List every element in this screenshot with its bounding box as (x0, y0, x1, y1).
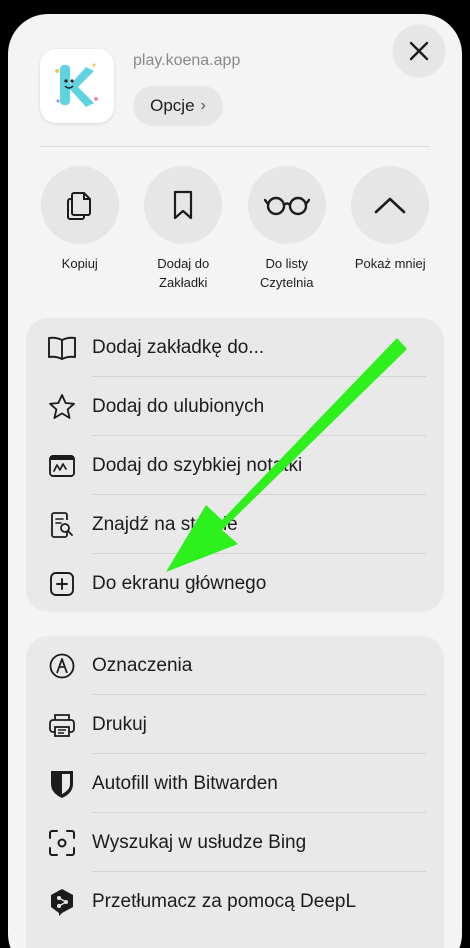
menu-item-deepl-translate[interactable]: Przetłumacz za pomocą DeepL (26, 872, 444, 931)
quick-actions-row: Kopiuj Dodaj do Zakładki Do listy Czytel… (28, 166, 442, 292)
menu-item-print[interactable]: Drukuj (26, 695, 444, 754)
koena-logo-icon (55, 63, 98, 107)
menu-item-label: Dodaj do ulubionych (92, 395, 265, 417)
copy-action[interactable]: Kopiuj (28, 166, 132, 292)
menu-item-add-to-home-screen[interactable]: Do ekranu głównego (26, 554, 444, 613)
add-square-icon (46, 568, 78, 600)
menu-item-markup[interactable]: Oznaczenia (26, 636, 444, 695)
menu-item-add-to-quick-note[interactable]: Dodaj do szybkiej notatki (26, 436, 444, 495)
chevron-right-icon: › (200, 97, 206, 114)
menu-item-label: Znajdź na stronie (92, 513, 238, 535)
menu-item-add-bookmark-to[interactable]: Dodaj zakładkę do... (26, 318, 444, 377)
menu-item-label: Wyszukaj w usłudze Bing (92, 831, 307, 853)
reading-list-action-label: Do listy Czytelnia (260, 256, 314, 290)
menu-item-label: Drukuj (92, 713, 147, 735)
reading-list-action-button[interactable] (247, 166, 326, 244)
deepl-icon (46, 886, 78, 918)
bookmark-icon (174, 190, 193, 220)
quick-note-icon (46, 450, 78, 482)
share-sheet: play.koena.app Opcje › Kopiuj Dodaj do Z… (8, 14, 462, 948)
close-button[interactable] (393, 25, 445, 77)
close-icon (409, 41, 429, 61)
header-divider (40, 146, 430, 147)
menu-item-label: Do ekranu głównego (92, 572, 267, 594)
visual-search-icon (46, 827, 78, 859)
reading-list-action[interactable]: Do listy Czytelnia (235, 166, 339, 292)
copy-action-button[interactable] (40, 166, 119, 244)
reading-glasses-icon (263, 196, 310, 216)
menu-item-add-to-favorites[interactable]: Dodaj do ulubionych (26, 377, 444, 436)
menu-item-label: Autofill with Bitwarden (92, 772, 278, 794)
menu-group-bookmarks: Dodaj zakładkę do... Dodaj do ulubionych… (26, 318, 444, 612)
printer-icon (46, 709, 78, 741)
add-bookmark-action[interactable]: Dodaj do Zakładki (132, 166, 236, 292)
copy-action-label: Kopiuj (61, 256, 98, 271)
copy-icon (66, 192, 91, 220)
find-on-page-icon (46, 509, 78, 541)
options-label: Opcje (150, 96, 195, 115)
site-app-icon (40, 49, 114, 123)
markup-icon (46, 650, 78, 682)
show-less-action-label: Pokaż mniej (354, 256, 426, 271)
add-bookmark-action-label: Dodaj do Zakładki (157, 256, 210, 290)
book-icon (46, 332, 78, 364)
options-button[interactable]: Opcje › (133, 86, 223, 126)
menu-group-tools: Oznaczenia Drukuj Autofill with Bitwarde… (26, 636, 444, 948)
show-less-action[interactable]: Pokaż mniej (339, 166, 443, 292)
menu-item-label: Dodaj zakładkę do... (92, 336, 265, 358)
menu-item-label: Dodaj do szybkiej notatki (92, 454, 303, 476)
star-icon (46, 391, 78, 423)
menu-item-find-on-page[interactable]: Znajdź na stronie (26, 495, 444, 554)
menu-item-label: Przetłumacz za pomocą DeepL (92, 890, 357, 912)
add-bookmark-action-button[interactable] (144, 166, 223, 244)
menu-item-label: Oznaczenia (92, 654, 193, 676)
chevron-up-icon (374, 197, 406, 214)
site-domain: play.koena.app (133, 52, 241, 69)
show-less-action-button[interactable] (351, 166, 430, 244)
menu-item-bing-search[interactable]: Wyszukaj w usłudze Bing (26, 813, 444, 872)
menu-item-bitwarden[interactable]: Autofill with Bitwarden (26, 754, 444, 813)
bitwarden-shield-icon (46, 768, 78, 800)
